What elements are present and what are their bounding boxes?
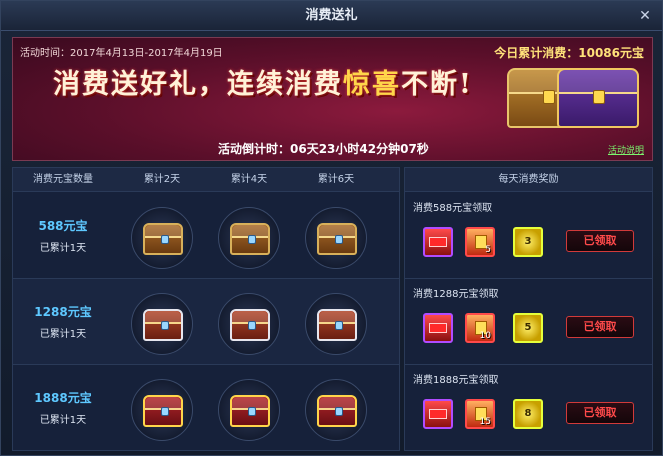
header-6days: 累计6天 <box>317 174 355 185</box>
claimed-button[interactable]: 已领取 <box>566 230 634 252</box>
chest-slot-6days[interactable] <box>305 207 367 269</box>
gold-coin-icon[interactable]: 3 <box>513 227 543 257</box>
item-count: 3 <box>524 236 532 247</box>
accumulated-days: 已累计1天 <box>39 243 87 254</box>
chest-slot-2days[interactable] <box>131 379 193 441</box>
slogan-part2: 不断! <box>401 69 473 100</box>
item-count: 15 <box>479 417 491 427</box>
treasure-chest-icon <box>143 309 183 341</box>
item-count: 8 <box>524 408 532 419</box>
reward-section-title: 消费1888元宝领取 <box>413 375 499 386</box>
slogan-part1: 消费送好礼，连续消费 <box>53 69 343 100</box>
claimed-button[interactable]: 已领取 <box>566 316 634 338</box>
gift-box-icon[interactable]: 5 <box>465 227 495 257</box>
spend-amount: 1888元宝 <box>34 391 92 405</box>
gift-box-icon[interactable]: 15 <box>465 399 495 429</box>
claimed-button[interactable]: 已领取 <box>566 402 634 424</box>
treasure-chest-icon <box>143 395 183 427</box>
chest-slot-6days[interactable] <box>305 379 367 441</box>
reward-section: 消费1288元宝领取 10 5 已领取 <box>405 279 652 365</box>
chest-slot-4days[interactable] <box>218 379 280 441</box>
daily-reward-panel: 每天消费奖励 消费588元宝领取 5 3 已领取 消费1288元宝领取 10 5… <box>404 167 653 451</box>
treasure-chest-icon <box>230 223 270 255</box>
item-count: 10 <box>479 331 491 341</box>
table-row: 1888元宝 已累计1天 <box>13 365 399 451</box>
daily-reward-header: 每天消费奖励 <box>405 168 652 192</box>
reward-section: 消费588元宝领取 5 3 已领取 <box>405 193 652 279</box>
treasure-chest-icon <box>317 223 357 255</box>
treasure-chest-icon <box>230 309 270 341</box>
event-countdown: 活动倒计时：06天23小时42分钟07秒 <box>218 142 429 156</box>
red-envelope-icon[interactable] <box>423 313 453 343</box>
gold-coin-icon[interactable]: 8 <box>513 399 543 429</box>
red-envelope-icon[interactable] <box>423 227 453 257</box>
item-count: 5 <box>485 245 491 255</box>
window-title: 消费送礼 <box>305 8 358 23</box>
accumulated-days: 已累计1天 <box>39 329 87 340</box>
spend-amount: 1288元宝 <box>34 305 92 319</box>
table-row: 588元宝 已累计1天 <box>13 193 399 279</box>
item-count: 5 <box>524 322 532 333</box>
spend-amount: 588元宝 <box>38 219 88 233</box>
today-total-spend: 今日累计消费：10086元宝 <box>494 46 644 60</box>
event-banner: 活动时间：2017年4月13日-2017年4月19日 今日累计消费：10086元… <box>12 37 653 161</box>
event-slogan: 消费送好礼，连续消费惊喜不断! <box>53 62 473 101</box>
slogan-accent: 惊喜 <box>343 69 401 100</box>
event-window: 消费送礼 ✕ 活动时间：2017年4月13日-2017年4月19日 今日累计消费… <box>0 0 663 456</box>
treasure-chest-icon <box>317 395 357 427</box>
gold-coin-icon[interactable]: 5 <box>513 313 543 343</box>
treasure-chest-icon <box>317 309 357 341</box>
cumulative-reward-table: 消费元宝数量 累计2天 累计4天 累计6天 588元宝 已累计1天 1288元宝… <box>12 167 400 451</box>
chest-slot-6days[interactable] <box>305 293 367 355</box>
close-icon[interactable]: ✕ <box>636 7 654 25</box>
window-title-bar: 消费送礼 ✕ <box>1 1 662 31</box>
daily-reward-title: 每天消费奖励 <box>498 174 559 185</box>
chest-slot-4days[interactable] <box>218 293 280 355</box>
header-2days: 累计2天 <box>143 174 181 185</box>
header-4days: 累计4天 <box>230 174 268 185</box>
reward-section-title: 消费588元宝领取 <box>413 203 493 214</box>
chest-slot-2days[interactable] <box>131 207 193 269</box>
chest-slot-2days[interactable] <box>131 293 193 355</box>
red-envelope-icon[interactable] <box>423 399 453 429</box>
reward-section: 消费1888元宝领取 15 8 已领取 <box>405 365 652 451</box>
treasure-chest-icon <box>143 223 183 255</box>
header-amount: 消费元宝数量 <box>33 174 93 185</box>
event-period: 活动时间：2017年4月13日-2017年4月19日 <box>20 48 223 59</box>
table-row: 1288元宝 已累计1天 <box>13 279 399 365</box>
gift-box-icon[interactable]: 10 <box>465 313 495 343</box>
treasure-chest-icon <box>557 68 639 128</box>
treasure-chest-icon <box>230 395 270 427</box>
table-header: 消费元宝数量 累计2天 累计4天 累计6天 <box>13 168 399 192</box>
chest-slot-4days[interactable] <box>218 207 280 269</box>
reward-section-title: 消费1288元宝领取 <box>413 289 499 300</box>
accumulated-days: 已累计1天 <box>39 415 87 426</box>
event-description-link[interactable]: 活动说明 <box>608 143 644 156</box>
